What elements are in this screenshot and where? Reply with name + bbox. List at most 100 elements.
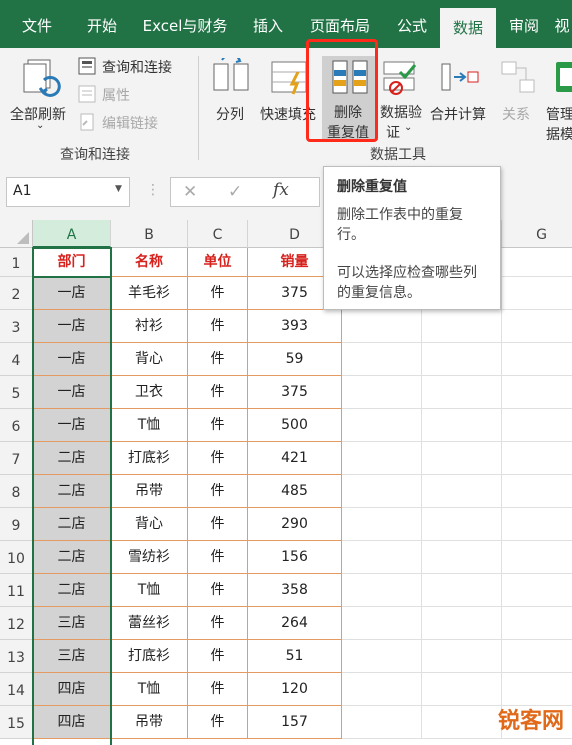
table-cell[interactable]: 500 xyxy=(248,409,342,442)
table-header-cell[interactable] xyxy=(502,248,572,277)
table-cell[interactable] xyxy=(422,409,502,442)
tab-7[interactable]: 审阅 xyxy=(496,0,552,48)
column-header-A[interactable]: A xyxy=(33,220,111,248)
table-cell[interactable]: 120 xyxy=(248,673,342,706)
table-cell[interactable]: 羊毛衫 xyxy=(111,277,188,310)
table-header-cell[interactable]: 单位 xyxy=(188,248,248,277)
table-cell[interactable] xyxy=(502,607,572,640)
table-cell[interactable]: 件 xyxy=(188,706,248,739)
table-cell[interactable]: 件 xyxy=(188,475,248,508)
table-cell[interactable]: 件 xyxy=(188,541,248,574)
table-cell[interactable]: 件 xyxy=(188,607,248,640)
table-cell[interactable]: 件 xyxy=(188,673,248,706)
table-cell[interactable]: 59 xyxy=(248,343,342,376)
row-header[interactable]: 14 xyxy=(0,673,33,706)
row-header[interactable]: 3 xyxy=(0,310,33,343)
table-header-cell[interactable]: 名称 xyxy=(111,248,188,277)
table-cell[interactable]: T恤 xyxy=(111,574,188,607)
queries-connections-button[interactable]: 查询和连接 xyxy=(78,56,182,78)
table-cell[interactable] xyxy=(422,310,502,343)
table-cell[interactable]: 156 xyxy=(248,541,342,574)
tab-5[interactable]: 公式 xyxy=(384,0,440,48)
row-header[interactable]: 8 xyxy=(0,475,33,508)
table-cell[interactable] xyxy=(502,442,572,475)
row-header[interactable]: 2 xyxy=(0,277,33,310)
table-cell[interactable] xyxy=(342,310,422,343)
table-cell[interactable]: 358 xyxy=(248,574,342,607)
table-cell[interactable] xyxy=(502,541,572,574)
table-cell[interactable] xyxy=(342,706,422,739)
table-cell[interactable] xyxy=(342,640,422,673)
row-header[interactable]: 13 xyxy=(0,640,33,673)
table-cell[interactable]: 件 xyxy=(188,640,248,673)
table-cell[interactable]: 件 xyxy=(188,343,248,376)
column-header-G[interactable]: G xyxy=(502,220,572,248)
column-header-B[interactable]: B xyxy=(111,220,188,248)
table-cell[interactable]: 背心 xyxy=(111,508,188,541)
row-header[interactable]: 12 xyxy=(0,607,33,640)
table-cell[interactable] xyxy=(342,508,422,541)
tab-2[interactable]: Excel与财务 xyxy=(130,0,240,48)
table-cell[interactable] xyxy=(422,508,502,541)
table-cell[interactable]: 393 xyxy=(248,310,342,343)
tab-8[interactable]: 视 xyxy=(552,0,572,48)
row-header[interactable]: 10 xyxy=(0,541,33,574)
table-cell[interactable]: 264 xyxy=(248,607,342,640)
table-cell[interactable]: 51 xyxy=(248,640,342,673)
row-header[interactable]: 6 xyxy=(0,409,33,442)
tab-3[interactable]: 插入 xyxy=(240,0,296,48)
refresh-all-button[interactable]: 全部刷新 ⌄ xyxy=(6,54,72,134)
row-header[interactable]: 11 xyxy=(0,574,33,607)
row-header[interactable]: 9 xyxy=(0,508,33,541)
table-cell[interactable] xyxy=(422,475,502,508)
table-cell[interactable] xyxy=(422,607,502,640)
data-validation-button[interactable]: 数据验 证 ⌄ xyxy=(380,54,428,141)
table-cell[interactable] xyxy=(422,442,502,475)
tab-0[interactable]: 文件 xyxy=(0,0,74,48)
table-cell[interactable]: 打底衫 xyxy=(111,640,188,673)
table-cell[interactable]: 蕾丝衫 xyxy=(111,607,188,640)
table-cell[interactable]: 421 xyxy=(248,442,342,475)
table-cell[interactable]: T恤 xyxy=(111,409,188,442)
table-cell[interactable] xyxy=(502,343,572,376)
table-cell[interactable] xyxy=(422,343,502,376)
table-cell[interactable]: T恤 xyxy=(111,673,188,706)
manage-data-model-button[interactable]: 管理 据模 xyxy=(544,54,572,140)
table-cell[interactable] xyxy=(342,574,422,607)
cancel-icon[interactable]: ✕ xyxy=(183,182,197,202)
table-cell[interactable]: 件 xyxy=(188,508,248,541)
table-cell[interactable]: 吊带 xyxy=(111,475,188,508)
table-cell[interactable] xyxy=(422,640,502,673)
table-cell[interactable]: 背心 xyxy=(111,343,188,376)
table-cell[interactable] xyxy=(502,409,572,442)
table-cell[interactable] xyxy=(422,376,502,409)
table-cell[interactable] xyxy=(502,310,572,343)
tab-1[interactable]: 开始 xyxy=(74,0,130,48)
name-box[interactable]: A1 ▼ xyxy=(6,177,130,207)
table-cell[interactable] xyxy=(342,376,422,409)
table-cell[interactable]: 485 xyxy=(248,475,342,508)
table-cell[interactable]: 吊带 xyxy=(111,706,188,739)
table-cell[interactable] xyxy=(342,343,422,376)
table-cell[interactable]: 375 xyxy=(248,376,342,409)
table-cell[interactable]: 打底衫 xyxy=(111,442,188,475)
table-cell[interactable] xyxy=(342,475,422,508)
table-cell[interactable] xyxy=(502,508,572,541)
table-cell[interactable]: 157 xyxy=(248,706,342,739)
table-cell[interactable] xyxy=(422,673,502,706)
consolidate-button[interactable]: 合并计算 xyxy=(428,54,492,134)
column-header-C[interactable]: C xyxy=(188,220,248,248)
table-cell[interactable] xyxy=(502,673,572,706)
table-cell[interactable] xyxy=(342,607,422,640)
table-cell[interactable] xyxy=(502,376,572,409)
table-cell[interactable] xyxy=(422,706,502,739)
table-cell[interactable] xyxy=(342,409,422,442)
table-cell[interactable]: 件 xyxy=(188,574,248,607)
table-cell[interactable]: 件 xyxy=(188,277,248,310)
table-cell[interactable] xyxy=(502,574,572,607)
table-cell[interactable] xyxy=(422,574,502,607)
table-cell[interactable] xyxy=(342,541,422,574)
table-cell[interactable] xyxy=(502,277,572,310)
table-cell[interactable]: 卫衣 xyxy=(111,376,188,409)
row-header[interactable]: 15 xyxy=(0,706,33,739)
